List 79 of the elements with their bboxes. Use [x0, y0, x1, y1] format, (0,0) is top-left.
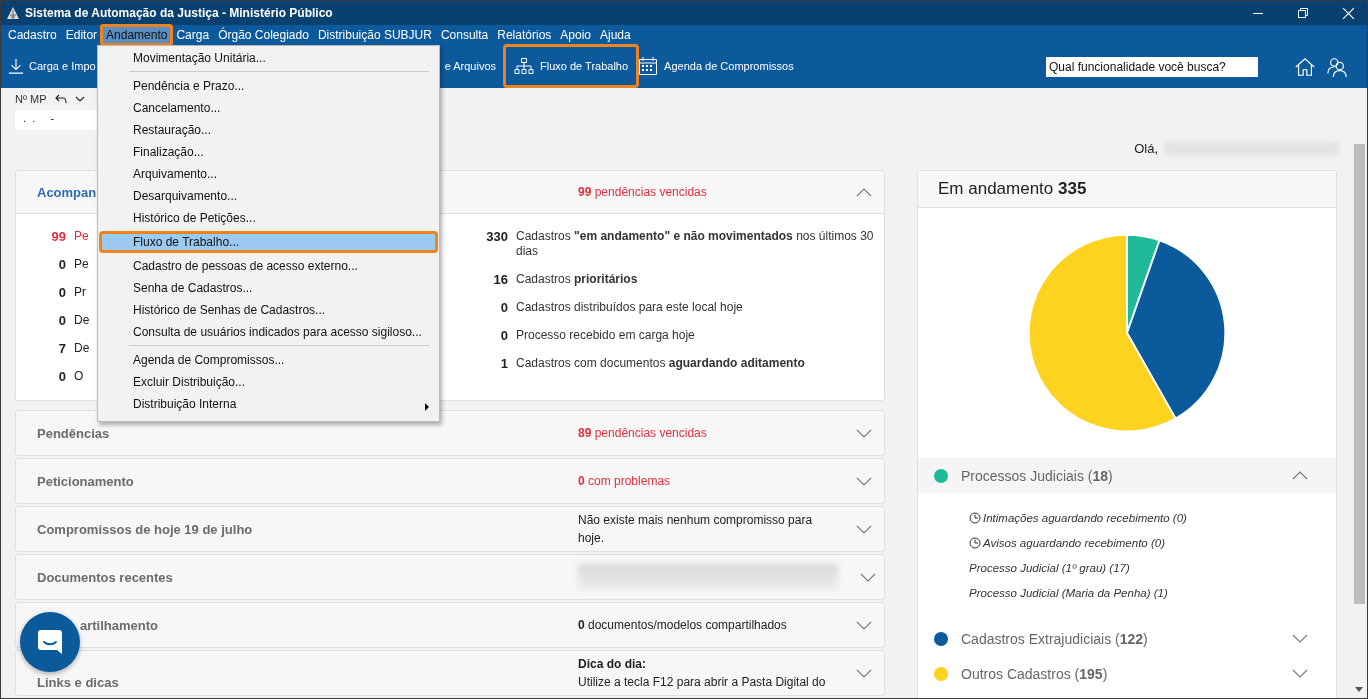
- app-logo-icon: [6, 6, 20, 20]
- summary-label: O: [74, 369, 84, 383]
- count-value: 0: [57, 368, 66, 384]
- panel-status: 89 pendências vencidas: [578, 425, 708, 442]
- summary-label: Processo recebido em carga hoje: [516, 328, 696, 343]
- summary-label: Cadastros prioritários: [516, 272, 639, 287]
- panel-title[interactable]: Compromissos de hoje 19 de julho: [37, 521, 253, 537]
- count-value: 7: [57, 340, 66, 356]
- panel-status: Não existe mais nenhum compromisso para hoje.: [578, 512, 814, 547]
- menu-item[interactable]: Histórico de Petições...: [99, 207, 438, 229]
- menu-item[interactable]: Desarquivamento...: [99, 185, 438, 207]
- window-title: Sistema de Automação da Justiça - Ministério Público: [25, 6, 333, 20]
- count-value: 99: [50, 228, 66, 244]
- panel-title[interactable]: Peticionamento: [37, 473, 134, 489]
- tip-text: Utilize a tecla F12 para abrir a Pasta Digital do: [578, 674, 827, 691]
- summary-label: De: [74, 341, 90, 355]
- count-value: 16: [492, 272, 508, 287]
- sub-item-link[interactable]: Avisos aguardando recebimento (0): [983, 536, 1165, 549]
- panel-status: 0 com problemas: [578, 473, 672, 490]
- panel-status: 99 pendências vencidas: [578, 184, 708, 201]
- card-title: Em andamento 335: [938, 179, 1087, 199]
- field-label: Nº MP: [15, 93, 47, 105]
- chevron-down-icon[interactable]: [74, 96, 85, 102]
- close-icon[interactable]: [1342, 6, 1355, 20]
- summary-label: Cadastros "em andamento" e não movimentados nos últimos 30 dias: [516, 229, 875, 259]
- menu-item[interactable]: Histórico de Senhas de Cadastros...: [99, 299, 438, 321]
- count-value: 0: [499, 300, 508, 315]
- undo-icon[interactable]: [54, 94, 67, 104]
- chevron-up-icon[interactable]: [856, 187, 872, 197]
- tip-title: Dica do dia:: [578, 656, 647, 673]
- count-value: 0: [499, 328, 508, 343]
- panel-title[interactable]: Links e dicas: [37, 675, 119, 695]
- menu-item[interactable]: Andamento: [100, 24, 174, 46]
- menu-item[interactable]: Arquivamento...: [99, 163, 438, 185]
- menu-item[interactable]: Finalização...: [99, 141, 438, 163]
- menu-item[interactable]: Ajuda: [594, 24, 637, 46]
- summary-label: Cadastros com documentos aguardando aditamento: [516, 356, 806, 371]
- home-icon[interactable]: [1294, 55, 1316, 78]
- sub-item-link[interactable]: Processo Judicial (1º grau) (17): [969, 561, 1130, 574]
- menu-item[interactable]: Agenda de Compromissos...: [99, 349, 438, 371]
- menu-item[interactable]: Excluir Distribuição...: [99, 371, 438, 393]
- calendar-icon: [638, 55, 659, 76]
- chat-icon: [37, 629, 63, 655]
- clock-icon: [969, 536, 981, 549]
- toolbar-button[interactable]: Fluxo de Trabalho: [503, 43, 640, 88]
- scroll-down-arrow-icon[interactable]: [1355, 687, 1363, 692]
- sub-item-link[interactable]: Intimações aguardando recebimento (0): [983, 511, 1187, 524]
- count-value: 0: [57, 284, 66, 300]
- sub-item-link[interactable]: Processo Judicial (Maria da Penha) (1): [969, 586, 1168, 599]
- count-value: 330: [485, 229, 508, 246]
- restore-icon[interactable]: [1297, 7, 1309, 19]
- panel-status: 0 documentos/modelos compartilhados: [578, 617, 788, 634]
- menu-item[interactable]: Cadastro de pessoas de acesso externo...: [99, 255, 438, 277]
- greeting-text: Olá,: [1134, 141, 1158, 156]
- count-value: 1: [499, 356, 508, 371]
- summary-label: Pr: [74, 285, 86, 299]
- menu-item[interactable]: Distribuição Interna: [99, 393, 438, 415]
- summary-label: Pe: [74, 257, 89, 271]
- count-value: 0: [57, 312, 66, 328]
- menu-item[interactable]: Senha de Cadastros...: [99, 277, 438, 299]
- summary-label: Cadastros distribuídos para este local hoje: [516, 300, 744, 315]
- legend-label[interactable]: Outros Cadastros (195): [961, 665, 1292, 682]
- panel-title[interactable]: Pendências: [37, 425, 110, 441]
- users-icon[interactable]: [1326, 55, 1348, 78]
- summary-label: Pe: [74, 229, 89, 243]
- panel-title[interactable]: Documentos recentes: [37, 569, 173, 585]
- clock-icon: [969, 511, 981, 524]
- download-icon: [8, 56, 24, 75]
- panel-title[interactable]: artilhamento: [80, 617, 158, 633]
- count-value: 0: [57, 256, 66, 272]
- panel-title[interactable]: Acompan: [37, 184, 97, 200]
- search-field[interactable]: Qual funcionalidade você busca?: [1046, 56, 1258, 77]
- menu-item[interactable]: Consulta de usuários indicados para acesso sigiloso...: [99, 321, 438, 343]
- summary-label: De: [74, 313, 90, 327]
- hierarchy-icon: [514, 56, 535, 75]
- legend-label[interactable]: Cadastros Extrajudiciais (122): [961, 630, 1292, 647]
- menu-item[interactable]: Fluxo de Trabalho...: [99, 231, 438, 253]
- toolbar-button[interactable]: e Arquivos: [439, 43, 502, 88]
- chevron-up-icon[interactable]: [1292, 471, 1308, 480]
